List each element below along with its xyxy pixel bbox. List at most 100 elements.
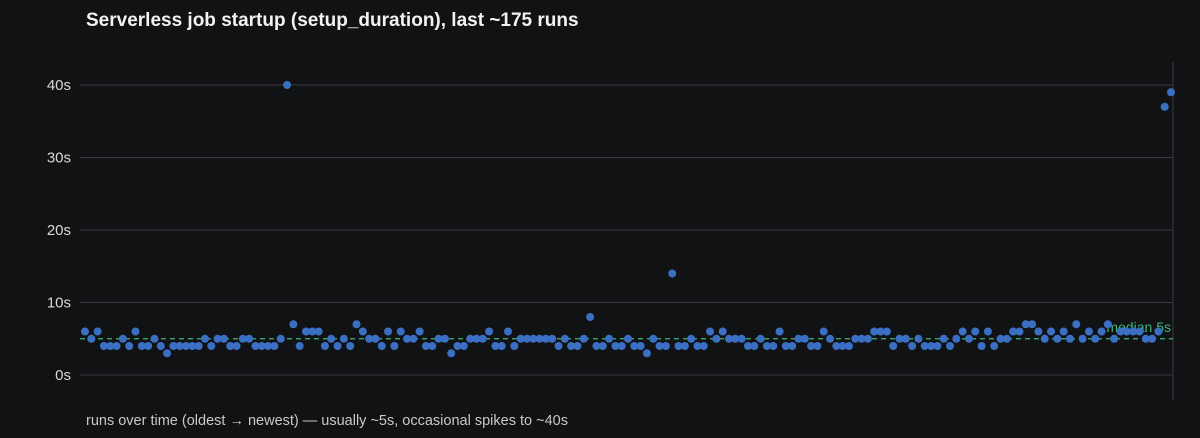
data-point	[1091, 334, 1100, 343]
data-point	[497, 342, 506, 350]
data-point	[712, 334, 721, 343]
data-point	[718, 327, 727, 336]
data-point	[295, 342, 304, 350]
data-point	[232, 342, 241, 350]
y-tick-label: 20s	[47, 222, 71, 239]
data-point	[87, 334, 96, 343]
data-point	[352, 320, 361, 329]
data-point	[327, 334, 336, 343]
data-point	[384, 327, 393, 336]
data-point	[207, 342, 216, 350]
data-point	[276, 334, 285, 343]
data-point	[131, 327, 140, 336]
data-point	[1160, 102, 1169, 111]
data-point	[447, 349, 456, 358]
data-point	[699, 342, 708, 350]
data-point	[428, 342, 437, 350]
data-point	[415, 327, 424, 336]
data-point	[863, 334, 872, 343]
y-tick-label: 10s	[47, 295, 71, 312]
data-point	[706, 327, 715, 336]
scatter-chart: 0s10s20s30s40s median 5s	[47, 62, 1175, 400]
data-point	[636, 342, 645, 350]
data-point	[510, 342, 519, 350]
data-point	[156, 342, 165, 350]
data-point	[390, 342, 399, 350]
y-tick-label: 30s	[47, 150, 71, 167]
data-point	[1148, 334, 1157, 343]
data-point	[1110, 334, 1119, 343]
data-point	[554, 342, 563, 350]
data-point	[661, 342, 670, 350]
data-point	[617, 342, 626, 350]
data-point	[1028, 320, 1037, 329]
data-point	[687, 334, 696, 343]
data-point	[118, 334, 127, 343]
data-point	[560, 334, 569, 343]
data-point	[750, 342, 759, 350]
data-point	[1167, 88, 1175, 97]
data-point	[889, 342, 898, 350]
data-point	[800, 334, 809, 343]
data-point	[283, 81, 292, 89]
data-point	[586, 313, 595, 321]
data-point	[642, 349, 651, 358]
data-point	[144, 342, 153, 350]
data-point	[485, 327, 494, 336]
data-point	[1047, 327, 1056, 336]
data-point	[933, 342, 942, 350]
data-point	[371, 334, 380, 343]
data-point	[314, 327, 323, 336]
data-point	[478, 334, 487, 343]
data-point	[668, 269, 677, 278]
data-point	[125, 342, 134, 350]
data-point	[1065, 334, 1074, 343]
data-point	[289, 320, 298, 329]
data-point	[579, 334, 588, 343]
data-point	[977, 342, 986, 350]
data-point	[1072, 320, 1081, 329]
data-point	[680, 342, 689, 350]
data-point	[245, 334, 254, 343]
data-point	[737, 334, 746, 343]
data-point	[844, 342, 853, 350]
data-point	[409, 334, 418, 343]
data-point	[819, 327, 828, 336]
data-point	[459, 342, 468, 350]
data-point	[813, 342, 822, 350]
data-point	[320, 342, 329, 350]
data-point	[1053, 334, 1062, 343]
data-point	[598, 342, 607, 350]
data-point	[939, 334, 948, 343]
data-point	[1084, 327, 1093, 336]
data-point	[548, 334, 557, 343]
data-point	[983, 327, 992, 336]
y-tick-labels: 0s 10s 20s 30s 40s	[47, 77, 71, 384]
data-point	[1078, 334, 1087, 343]
data-point	[971, 327, 980, 336]
data-point	[1002, 334, 1011, 343]
data-point	[504, 327, 513, 336]
x-axis-caption: runs over time (oldest → newest) — usual…	[86, 413, 568, 429]
data-point	[952, 334, 961, 343]
data-point	[346, 342, 355, 350]
data-point	[908, 342, 917, 350]
data-point	[964, 334, 973, 343]
data-point	[339, 334, 348, 343]
data-point	[649, 334, 658, 343]
data-point	[358, 327, 367, 336]
data-point	[788, 342, 797, 350]
data-point	[946, 342, 955, 350]
data-point	[270, 342, 279, 350]
data-point	[756, 334, 765, 343]
data-point	[624, 334, 632, 343]
data-point	[396, 327, 405, 336]
data-point	[112, 342, 121, 350]
data-point	[333, 342, 342, 350]
y-tick-label: 0s	[55, 367, 71, 384]
data-point	[194, 342, 203, 350]
data-point	[440, 334, 449, 343]
data-point	[150, 334, 159, 343]
data-point	[901, 334, 910, 343]
y-tick-label: 40s	[47, 77, 71, 94]
